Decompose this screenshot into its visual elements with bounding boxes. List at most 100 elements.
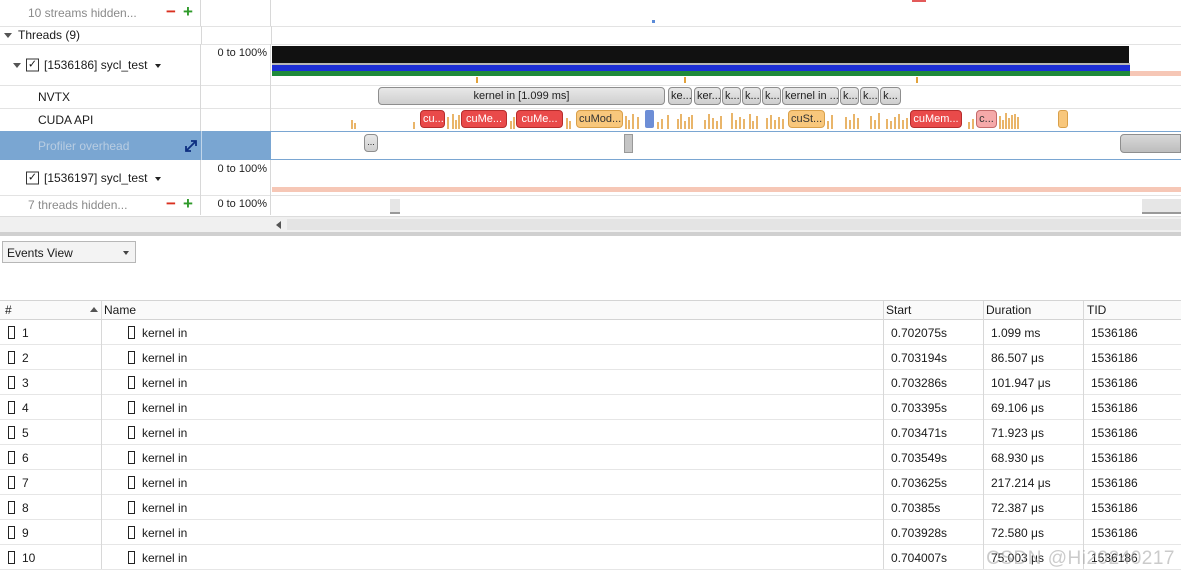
nvtx-range[interactable]: ke... [668,87,692,105]
column-header-start[interactable]: Start [886,303,911,317]
event-name: kernel in [142,501,188,515]
cuda-api-call[interactable]: cuMe... [516,110,563,128]
thread-os-bar[interactable] [272,187,1181,192]
thread-visible-checkbox[interactable]: ✓ [26,171,39,184]
cuda-api-row[interactable]: CUDA API cu... cuMe... cuMe... cuMod... … [0,108,1181,131]
chevron-down-icon[interactable] [123,251,129,255]
cuda-api-tick [657,122,659,129]
threads-hidden-row[interactable]: 7 threads hidden... − + 0 to 100% [0,194,1181,215]
nvtx-range[interactable]: k... [762,87,781,105]
view-selector-dropdown[interactable]: Events View [2,241,136,263]
scroll-left-icon[interactable] [276,221,281,229]
nvtx-range[interactable]: k... [840,87,859,105]
nvtx-range[interactable]: ker... [694,87,721,105]
event-tid: 1536186 [1091,351,1138,365]
column-header-tid[interactable]: TID [1087,303,1106,317]
cuda-api-tick [354,123,356,129]
thread-label-cell: ✓ [1536186] sycl_test [0,44,201,85]
timeline-horizontal-scrollbar[interactable] [0,216,1181,232]
threads-group-label: Threads (9) [18,28,81,42]
cuda-api-tick [351,120,353,129]
cuda-api-tick [831,115,833,129]
nvtx-range[interactable]: k... [860,87,879,105]
table-row[interactable]: 5 kernel in 0.703471s 71.923 μs 1536186 [0,420,1181,445]
dropdown-arrow-icon[interactable] [155,177,161,181]
chevron-down-icon[interactable] [13,62,21,68]
profiler-overhead-row[interactable]: Profiler overhead ... [0,131,1181,160]
overhead-block[interactable] [1120,134,1181,153]
row-number: 6 [22,451,29,465]
column-header-duration[interactable]: Duration [986,303,1031,317]
sort-ascending-icon[interactable] [90,307,98,312]
cuda-api-call[interactable]: cuSt... [788,110,825,128]
cuda-api-tick [752,121,754,129]
cuda-api-tick [632,114,634,129]
table-row[interactable]: 1 kernel in 0.702075s 1.099 ms 1536186 [0,320,1181,345]
table-row[interactable]: 6 kernel in 0.703549s 68.930 μs 1536186 [0,445,1181,470]
thread-row-1536197[interactable]: ✓ [1536197] sycl_test 0 to 100% [0,160,1181,195]
cuda-api-call-block[interactable] [1058,110,1068,128]
column-divider[interactable] [101,301,102,569]
cuda-api-call[interactable]: cu... [420,110,445,128]
row-number: 3 [22,376,29,390]
event-type-icon [8,326,15,339]
overhead-marker[interactable]: ... [364,134,378,152]
cuda-api-tick [853,114,855,129]
cuda-api-call-block[interactable] [645,110,654,128]
thread-scale-cell: 0 to 100% [201,44,271,85]
expand-plus-icon[interactable]: + [183,194,193,214]
watermark: CSDN @Hi20240217 [986,548,1175,569]
thread-visible-checkbox[interactable]: ✓ [26,58,39,71]
thread-row-1536186[interactable]: ✓ [1536186] sycl_test 0 to 100% [0,44,1181,85]
cuda-api-tick [749,114,751,129]
event-tid: 1536186 [1091,501,1138,515]
expand-arrows-icon[interactable] [184,139,198,153]
cuda-api-tick [886,119,888,129]
chevron-down-icon[interactable] [4,33,12,38]
event-type-icon [8,451,15,464]
table-row[interactable]: 7 kernel in 0.703625s 217.214 μs 1536186 [0,470,1181,495]
overhead-block[interactable] [624,134,633,153]
cuda-api-call[interactable]: c... [976,110,997,128]
column-divider[interactable] [1083,301,1084,569]
collapse-minus-icon[interactable]: − [166,2,176,22]
scrollbar-thumb[interactable] [287,219,1181,230]
thread-os-bar[interactable] [272,71,1130,76]
column-divider[interactable] [883,301,884,569]
pane-splitter[interactable] [0,232,1181,236]
collapse-minus-icon[interactable]: − [166,194,176,214]
table-row[interactable]: 9 kernel in 0.703928s 72.580 μs 1536186 [0,520,1181,545]
dropdown-arrow-icon[interactable] [155,64,161,68]
column-header-number[interactable]: # [5,303,12,317]
cuda-api-call[interactable]: cuMe... [461,110,507,128]
cuda-api-tick [455,120,457,129]
cuda-api-call[interactable]: cuMem... [910,110,962,128]
nvtx-row[interactable]: NVTX kernel in [1.099 ms] ke... ker... k… [0,85,1181,108]
threads-hidden-scale-cell: 0 to 100% [201,195,271,215]
event-type-icon [8,351,15,364]
hidden-thread-activity [390,199,400,214]
threads-group-row[interactable]: Threads (9) [0,26,1181,44]
table-row[interactable]: 2 kernel in 0.703194s 86.507 μs 1536186 [0,345,1181,370]
table-row[interactable]: 3 kernel in 0.703286s 101.947 μs 1536186 [0,370,1181,395]
column-header-name[interactable]: Name [104,303,136,317]
expand-plus-icon[interactable]: + [183,2,193,22]
table-row[interactable]: 4 kernel in 0.703395s 69.106 μs 1536186 [0,395,1181,420]
nvtx-range[interactable]: k... [742,87,761,105]
thread-scale-cell: 0 to 100% [201,160,271,195]
cuda-api-tick [625,116,627,129]
nvtx-range[interactable]: kernel in ... [782,87,839,105]
nvtx-range[interactable]: k... [722,87,741,105]
cuda-api-tick [849,120,851,129]
event-tid: 1536186 [1091,376,1138,390]
table-row[interactable]: 8 kernel in 0.70385s 72.387 μs 1536186 [0,495,1181,520]
streams-hidden-row[interactable]: 10 streams hidden... − + [0,0,1181,26]
nvtx-range[interactable]: kernel in [1.099 ms] [378,87,665,105]
nvtx-range[interactable]: k... [880,87,901,105]
view-selector-label: Events View [7,246,73,260]
event-duration: 72.387 μs [991,501,1044,515]
cuda-api-call[interactable]: cuMod... [576,110,623,128]
thread-utilization-bar[interactable] [272,46,1129,63]
column-divider[interactable] [983,301,984,569]
event-start: 0.703625s [891,476,948,490]
